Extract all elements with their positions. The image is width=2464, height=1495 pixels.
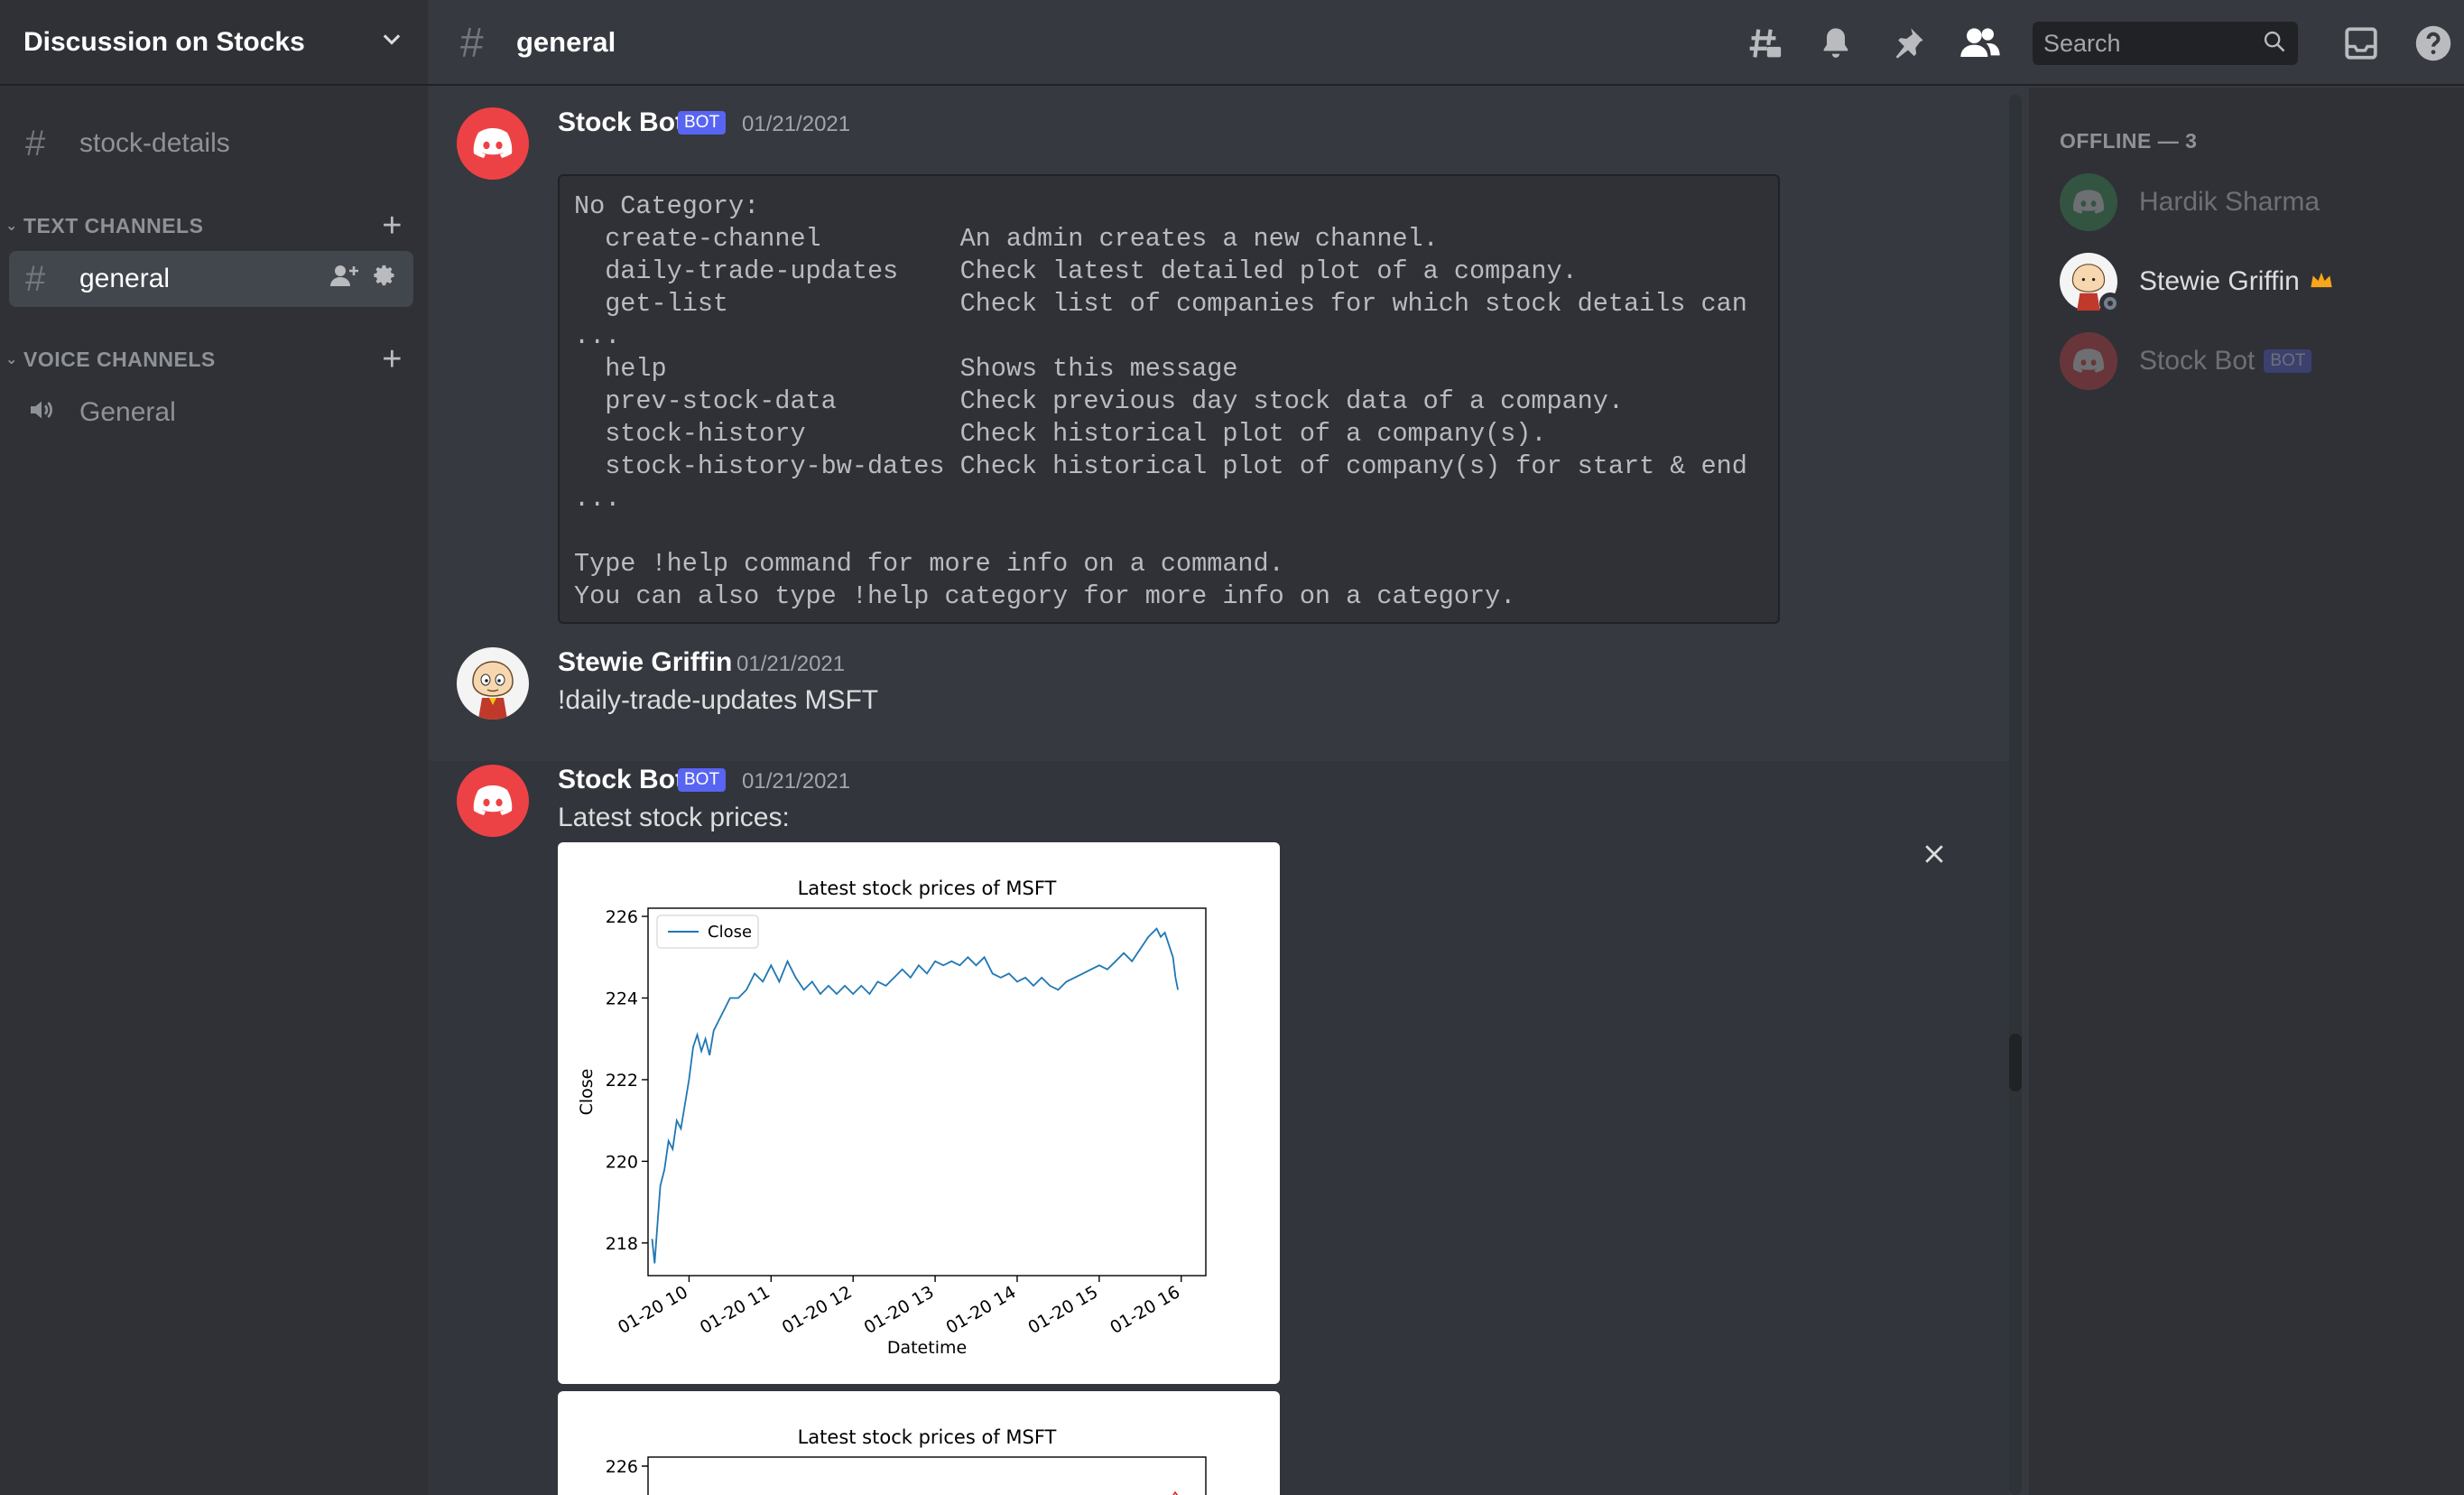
speaker-icon bbox=[25, 393, 79, 433]
line-chart: Latest stock prices of MSFT 218 220 222 224 2… bbox=[577, 878, 1207, 1358]
y-tick-label: 222 bbox=[606, 1071, 638, 1091]
message-list: Stock Bot BOT 01/21/2021 No Category: cr… bbox=[428, 88, 2009, 1495]
plot-area bbox=[647, 907, 1207, 1277]
channel-label: stock-details bbox=[79, 128, 230, 158]
bot-badge: BOT bbox=[678, 768, 727, 792]
gear-icon[interactable] bbox=[372, 263, 397, 295]
x-tick-label: 01-20 16 bbox=[1107, 1282, 1183, 1338]
y-tick-label: 224 bbox=[606, 989, 638, 1008]
hash-icon: # bbox=[25, 258, 46, 299]
code-block: No Category: create-channel An admin cre… bbox=[558, 174, 1780, 624]
member-stewie-griffin[interactable]: Stewie Griffin bbox=[2060, 250, 2334, 314]
status-offline-icon bbox=[2099, 292, 2121, 314]
members-icon[interactable] bbox=[1959, 22, 2002, 65]
member-hardik-sharma[interactable]: Hardik Sharma bbox=[2060, 171, 2320, 234]
channel-label: General bbox=[79, 397, 176, 427]
series-close-line bbox=[651, 927, 1179, 1264]
member-avatar bbox=[2060, 253, 2121, 314]
server-header[interactable]: Discussion on Stocks bbox=[0, 0, 428, 86]
help-icon[interactable] bbox=[2412, 22, 2455, 65]
x-tick-label: 01-20 12 bbox=[779, 1282, 856, 1338]
bot-badge: BOT bbox=[678, 111, 727, 135]
plot-area bbox=[647, 1456, 1207, 1495]
member-stock-bot[interactable]: Stock Bot BOT bbox=[2060, 330, 2312, 393]
x-tick-label: 01-20 11 bbox=[697, 1282, 773, 1338]
scrollbar-thumb[interactable] bbox=[2009, 1034, 2022, 1091]
message-author[interactable]: Stock Bot bbox=[558, 765, 684, 795]
message-timestamp: 01/21/2021 bbox=[742, 112, 851, 136]
chevron-down-icon: ⌄ bbox=[5, 352, 18, 367]
bot-badge: BOT bbox=[2264, 349, 2312, 373]
category-label: VOICE CHANNELS bbox=[23, 347, 216, 371]
channel-title: general bbox=[516, 25, 616, 58]
category-label: TEXT CHANNELS bbox=[23, 213, 204, 237]
channel-stock-details[interactable]: # stock-details bbox=[9, 116, 413, 172]
search-input[interactable] bbox=[2043, 29, 2262, 58]
bot-avatar[interactable] bbox=[457, 765, 529, 837]
y-tick-label: 220 bbox=[606, 1152, 638, 1172]
message-content: !daily-trade-updates MSFT bbox=[558, 685, 879, 715]
channel-header: # general bbox=[428, 0, 2464, 86]
bot-avatar[interactable] bbox=[457, 107, 529, 180]
channel-general[interactable]: # general bbox=[9, 251, 413, 307]
add-channel-icon[interactable]: + bbox=[382, 208, 403, 244]
message-content: Latest stock prices: bbox=[558, 803, 790, 832]
crown-icon bbox=[2309, 270, 2334, 294]
x-axis-label: Datetime bbox=[887, 1338, 967, 1358]
bell-icon[interactable] bbox=[1814, 22, 1857, 65]
x-tick-label: 01-20 13 bbox=[861, 1282, 938, 1338]
add-channel-icon[interactable]: + bbox=[382, 341, 403, 377]
voice-channel-general[interactable]: General bbox=[9, 385, 413, 441]
y-tick-label: 226 bbox=[606, 1457, 638, 1477]
chevron-down-icon: ⌄ bbox=[5, 218, 18, 234]
channel-label: general bbox=[79, 264, 171, 293]
message-timestamp: 01/21/2021 bbox=[736, 652, 846, 676]
chart-title: Latest stock prices of MSFT bbox=[798, 1426, 1057, 1448]
message-author[interactable]: Stock Bot bbox=[558, 107, 684, 138]
x-tick-label: 01-20 10 bbox=[615, 1282, 691, 1338]
member-name: Stock Bot bbox=[2139, 346, 2256, 376]
member-name: Hardik Sharma bbox=[2139, 187, 2320, 217]
search-bar[interactable] bbox=[2033, 22, 2298, 65]
invite-user-icon[interactable] bbox=[330, 263, 359, 295]
y-axis-label: Close bbox=[577, 1069, 597, 1116]
category-voice-channels[interactable]: ⌄ VOICE CHANNELS + bbox=[5, 341, 403, 377]
chart-image[interactable]: Latest stock prices of MSFT 226 bbox=[558, 1391, 1280, 1495]
members-group-header: OFFLINE — 3 bbox=[2060, 129, 2198, 153]
scrollbar-track[interactable] bbox=[2009, 95, 2022, 1495]
member-avatar bbox=[2060, 173, 2117, 231]
chart-image[interactable]: Latest stock prices of MSFT 218 220 222 224 2… bbox=[558, 842, 1280, 1384]
member-name: Stewie Griffin bbox=[2139, 266, 2300, 296]
legend-label: Close bbox=[708, 923, 752, 942]
x-tick-label: 01-20 15 bbox=[1024, 1282, 1101, 1338]
chevron-down-icon[interactable] bbox=[379, 27, 404, 57]
category-text-channels[interactable]: ⌄ TEXT CHANNELS + bbox=[5, 208, 403, 244]
y-tick-label: 218 bbox=[606, 1234, 638, 1254]
search-icon[interactable] bbox=[2262, 29, 2287, 59]
member-list: OFFLINE — 3 Hardik Sharma Stewie Griffin… bbox=[2029, 88, 2464, 1495]
chart-title: Latest stock prices of MSFT bbox=[798, 878, 1057, 899]
line-chart: Latest stock prices of MSFT 226 bbox=[606, 1426, 1207, 1495]
code-text: No Category: create-channel An admin cre… bbox=[574, 191, 1747, 611]
close-icon[interactable] bbox=[1921, 840, 1948, 872]
hash-icon: # bbox=[460, 18, 484, 66]
server-name: Discussion on Stocks bbox=[23, 26, 305, 57]
message-timestamp: 01/21/2021 bbox=[742, 769, 851, 794]
x-tick-label: 01-20 14 bbox=[942, 1282, 1019, 1338]
hash-icon: # bbox=[25, 123, 46, 163]
pin-icon[interactable] bbox=[1886, 22, 1930, 65]
inbox-icon[interactable] bbox=[2339, 22, 2383, 65]
message-author[interactable]: Stewie Griffin bbox=[558, 647, 732, 678]
member-avatar bbox=[2060, 332, 2117, 390]
y-tick-label: 226 bbox=[606, 907, 638, 927]
channel-sidebar: Discussion on Stocks # stock-details ⌄ T… bbox=[0, 0, 428, 1495]
user-avatar[interactable] bbox=[457, 647, 529, 720]
threads-icon[interactable] bbox=[1742, 22, 1785, 65]
